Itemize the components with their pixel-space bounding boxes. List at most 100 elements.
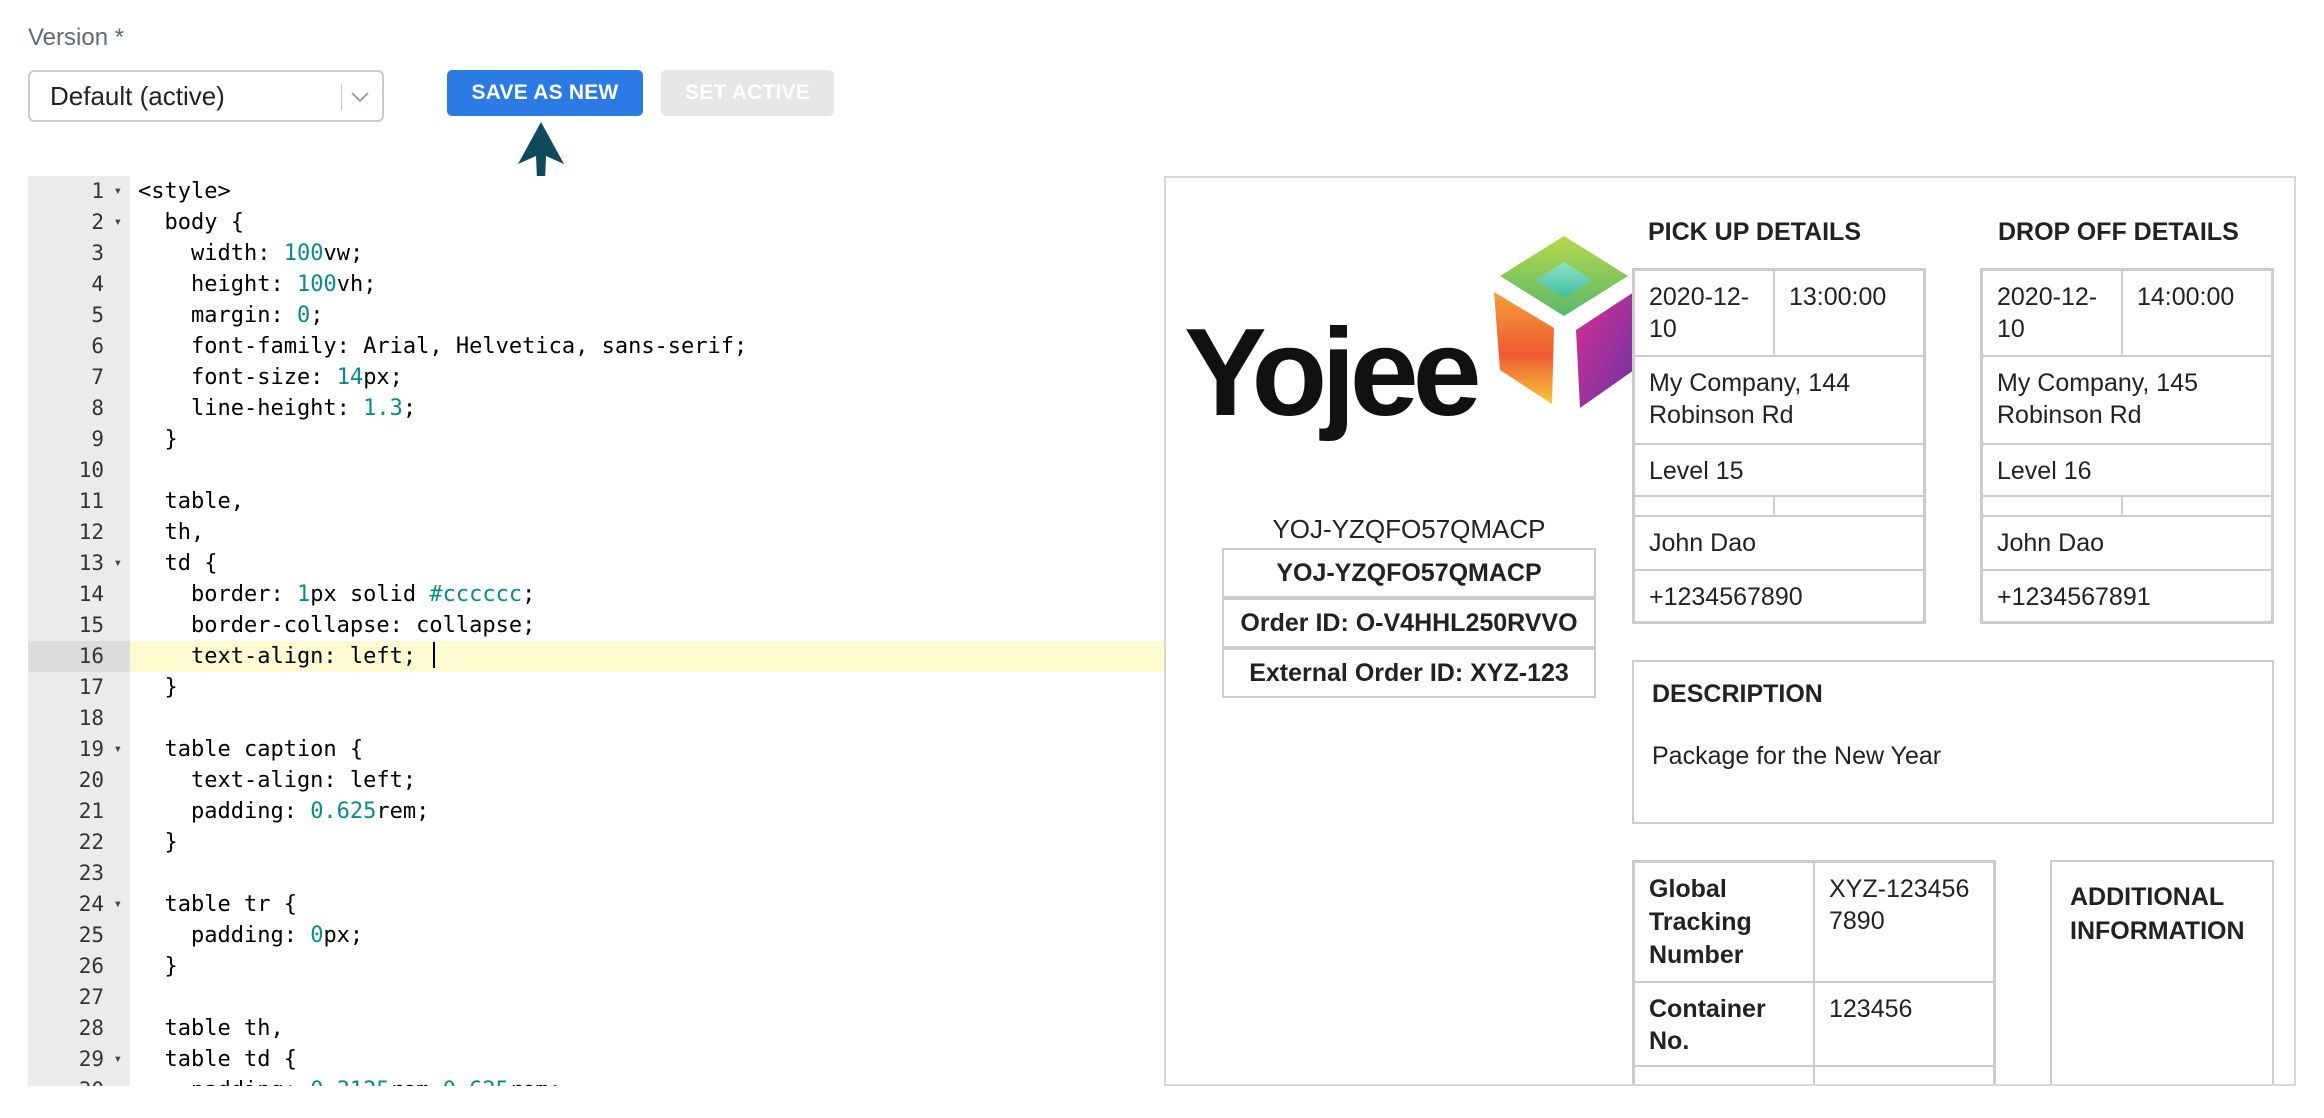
code-line[interactable]: 5 margin: 0; [28,300,1168,331]
line-number: 5 [28,300,130,331]
code-token: vh; [336,272,377,297]
line-number-text: 15 [78,613,104,637]
code-line[interactable]: 23 [28,858,1168,889]
fold-arrow-icon[interactable]: ▾ [114,207,122,238]
line-number-text: 8 [91,396,104,420]
dropoff-level: Level 16 [1982,444,2272,496]
code-line[interactable]: 14 border: 1px solid #cccccc; [28,579,1168,610]
code-token: padding: [138,1078,310,1086]
code-line[interactable]: 30 padding: 0.3125rem 0.625rem; [28,1075,1168,1086]
line-number-text: 4 [91,272,104,296]
code-text: table caption { [138,734,363,765]
code-text: font-family: Arial, Helvetica, sans-seri… [138,331,747,362]
code-line[interactable]: 21 padding: 0.625rem; [28,796,1168,827]
code-line[interactable]: 1 ▾ <style> [28,176,1168,207]
dropoff-phone: +1234567891 [1982,570,2272,622]
set-active-button[interactable]: SET ACTIVE [661,70,834,116]
pickup-address: My Company, 144 Robinson Rd [1634,356,1924,444]
pickup-phone: +1234567890 [1634,570,1924,622]
fold-arrow-icon[interactable]: ▾ [114,548,122,579]
code-text: } [138,951,177,982]
code-line[interactable]: 20 text-align: left; [28,765,1168,796]
code-line[interactable]: 27 [28,982,1168,1013]
logo-text: Yojee [1184,304,1482,442]
line-number-text: 18 [78,706,104,730]
line-number: 19 ▾ [28,734,130,765]
code-token: } [138,427,178,452]
fold-arrow-icon[interactable]: ▾ [114,734,122,765]
fold-arrow-icon[interactable]: ▾ [114,889,122,920]
description-text: Package for the New Year [1652,742,1942,770]
code-text: height: 100vh; [138,269,376,300]
line-number-text: 22 [78,830,104,854]
code-line[interactable]: 19 ▾ table caption { [28,734,1168,765]
code-line[interactable]: 3 width: 100vw; [28,238,1168,269]
code-token: table caption { [138,737,364,762]
code-line[interactable]: 26 } [28,951,1168,982]
line-number: 15 [28,610,130,641]
line-number: 8 [28,393,130,424]
code-text: table th, [138,1013,284,1044]
line-number: 2 ▾ [28,207,130,238]
tracking-id-plain: YOJ-YZQFO57QMACP [1272,514,1546,544]
code-line[interactable]: 15 border-collapse: collapse; [28,610,1168,641]
line-number: 29 ▾ [28,1044,130,1075]
code-editor[interactable]: 1 ▾ <style> 2 ▾ body {3 width: 100vw; 4 heigh… [28,176,1168,1086]
code-token: table th, [138,1016,284,1041]
code-line[interactable]: 18 [28,703,1168,734]
code-line[interactable]: 7 font-size: 14px; [28,362,1168,393]
additional-info-box: ADDITIONAL INFORMATION [2050,860,2274,1084]
line-number: 7 [28,362,130,393]
line-number-text: 5 [91,303,104,327]
code-line[interactable]: 24 ▾ table tr { [28,889,1168,920]
code-token: td { [138,551,218,576]
line-number-text: 17 [78,675,104,699]
version-select[interactable]: Default (active) [28,70,384,122]
order-id: Order ID: O-V4HHL250RVVO [1222,598,1596,648]
global-tracking-label: Global Tracking Number [1634,862,1814,982]
save-as-new-button[interactable]: SAVE AS NEW [447,70,643,116]
code-token: table td { [138,1047,297,1072]
line-number: 22 [28,827,130,858]
line-number: 18 [28,703,130,734]
code-line[interactable]: 8 line-height: 1.3; [28,393,1168,424]
code-text: body { [138,207,244,238]
code-line[interactable]: 17 } [28,672,1168,703]
code-token: text-align: left; [138,644,430,669]
code-line[interactable]: 10 [28,455,1168,486]
line-number-text: 1 [91,179,104,203]
line-number: 12 [28,517,130,548]
line-number-text: 24 [78,892,104,916]
code-token: px; [323,923,364,948]
line-number-text: 21 [78,799,104,823]
chevron-down-icon [351,92,369,103]
code-token: body { [138,210,244,235]
fold-arrow-icon[interactable]: ▾ [114,176,122,207]
code-line[interactable]: 28 table th, [28,1013,1168,1044]
code-line[interactable]: 22 } [28,827,1168,858]
code-line[interactable]: 12 th, [28,517,1168,548]
code-line[interactable]: 9 } [28,424,1168,455]
code-line[interactable]: 2 ▾ body { [28,207,1168,238]
code-text: } [138,424,178,455]
dropoff-title: DROP OFF DETAILS [1998,218,2239,246]
template-preview: Yojee YOJ-YZQFO57QMACP YOJ-YZQFO57QMACP … [1164,176,2296,1086]
external-order-id: External Order ID: XYZ-123 [1222,648,1596,698]
fold-arrow-icon[interactable]: ▾ [114,1044,122,1075]
code-line[interactable]: 6 font-family: Arial, Helvetica, sans-se… [28,331,1168,362]
code-line[interactable]: 11 table, [28,486,1168,517]
line-number-text: 9 [91,427,104,451]
code-line[interactable]: 25 padding: 0px; [28,920,1168,951]
code-text: th, [138,517,204,548]
code-token: px solid [310,582,430,607]
code-line[interactable]: 29 ▾ table td { [28,1044,1168,1075]
code-number-token: 0.625 [443,1078,509,1086]
line-number-text: 27 [78,985,104,1009]
code-token: px; [363,365,403,390]
code-token: text-align: left; [138,768,417,793]
code-line[interactable]: 16 text-align: left; [28,641,1168,672]
code-line[interactable]: 4 height: 100vh; [28,269,1168,300]
code-line[interactable]: 13 ▾ td { [28,548,1168,579]
code-token: } [138,830,178,855]
dropoff-table: 2020-12-10 14:00:00 My Company, 145 Robi… [1980,268,2274,624]
